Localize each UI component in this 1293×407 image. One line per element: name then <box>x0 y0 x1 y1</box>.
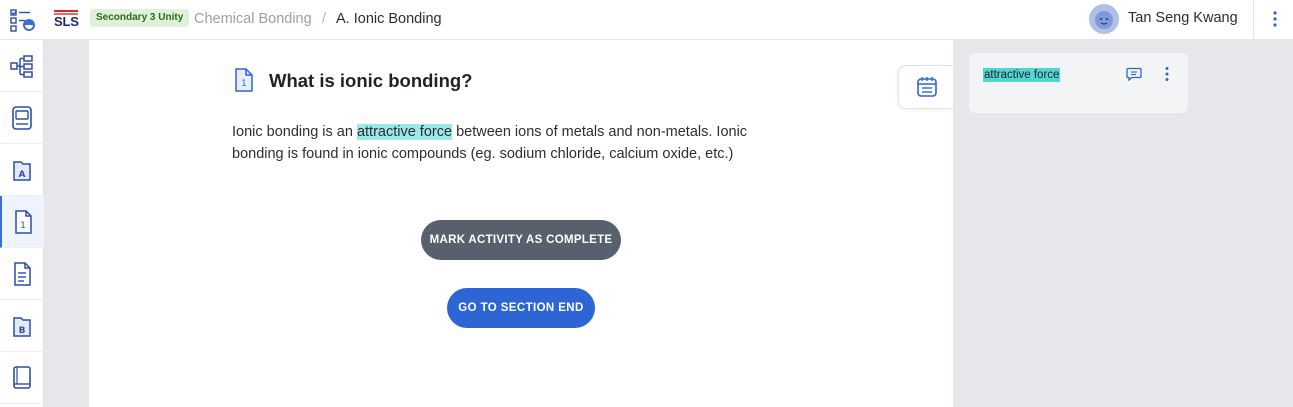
top-bar: SLS Secondary 3 Unity Chemical Bonding /… <box>0 0 1293 40</box>
rail-item-section-a[interactable]: A <box>0 144 44 196</box>
annotation-highlight-text[interactable]: attractive force <box>983 68 1061 82</box>
activity-content: 1 What is ionic bonding? Ionic bonding i… <box>89 40 954 407</box>
rail-item-section-b[interactable]: B <box>0 300 44 352</box>
activity-title: What is ionic bonding? <box>269 70 473 91</box>
topbar-divider <box>1253 0 1254 40</box>
user-name[interactable]: Tan Seng Kwang <box>1128 10 1238 26</box>
activity-1-icon: 1 <box>15 209 32 234</box>
logo-text: SLS <box>54 14 79 29</box>
rail-item-book[interactable] <box>0 352 44 404</box>
left-rail: A 1 B <box>0 40 44 407</box>
svg-text:B: B <box>19 326 26 336</box>
rail-item-lesson-map[interactable] <box>0 40 44 92</box>
annotations-panel: attractive force <box>953 40 1293 407</box>
sls-logo[interactable]: SLS <box>54 10 80 30</box>
rail-item-activity-1[interactable]: 1 <box>0 196 44 248</box>
annotation-card[interactable]: attractive force <box>969 53 1188 113</box>
comment-icon[interactable] <box>1126 67 1142 82</box>
notes-icon <box>916 77 937 97</box>
activity-body-text: Ionic bonding is an attractive force bet… <box>232 121 802 165</box>
breadcrumb-lesson[interactable]: Chemical Bonding <box>194 11 312 27</box>
svg-text:A: A <box>19 170 26 180</box>
book-icon <box>13 365 31 389</box>
section-b-icon: B <box>13 316 31 337</box>
lesson-map-icon <box>10 54 33 78</box>
section-a-icon: A <box>13 160 31 181</box>
more-options-icon[interactable] <box>1266 9 1284 29</box>
body-text-start: Ionic bonding is an <box>232 124 357 140</box>
course-badge: Secondary 3 Unity <box>90 9 190 27</box>
rail-item-worksheet[interactable] <box>0 248 44 300</box>
highlighted-text[interactable]: attractive force <box>356 124 453 140</box>
notes-panel-toggle[interactable] <box>898 65 954 109</box>
go-to-section-end-button[interactable]: GO TO SECTION END <box>447 288 595 328</box>
annotation-more-icon[interactable] <box>1159 65 1175 83</box>
activity-number-icon: 1 <box>233 68 255 92</box>
avatar[interactable] <box>1089 4 1119 34</box>
svg-text:1: 1 <box>241 79 247 89</box>
rail-item-notebook[interactable] <box>0 92 44 144</box>
breadcrumb-separator: / <box>322 11 327 27</box>
notebook-icon <box>12 105 32 130</box>
breadcrumb-section: A. Ionic Bonding <box>336 11 442 27</box>
mark-complete-button[interactable]: MARK ACTIVITY AS COMPLETE <box>421 220 621 260</box>
svg-text:1: 1 <box>20 221 26 231</box>
worksheet-icon <box>14 261 31 286</box>
course-menu-icon[interactable] <box>10 8 36 32</box>
